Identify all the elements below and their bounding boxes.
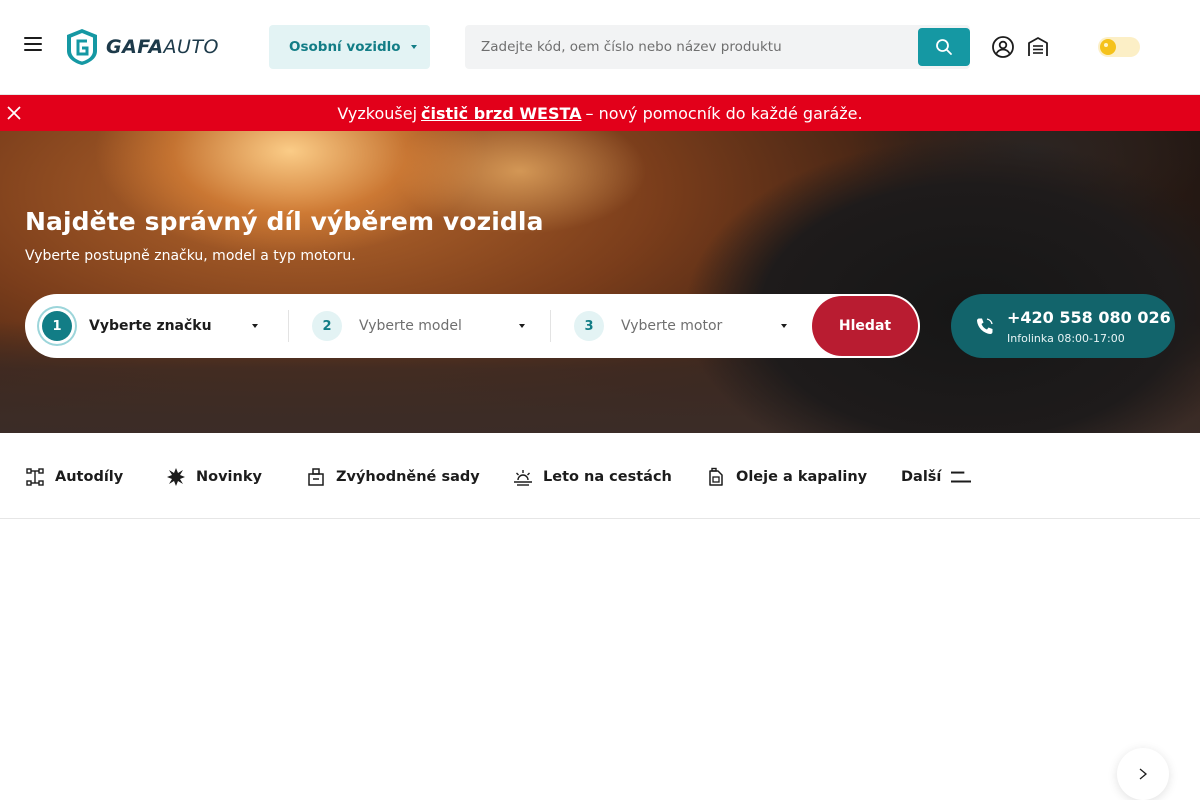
step-number-1: 1	[42, 311, 72, 341]
next-arrow-button[interactable]	[1117, 748, 1169, 800]
promo-prefix: Vyzkoušej	[337, 103, 418, 123]
search-button[interactable]	[918, 28, 970, 66]
vehicle-type-label: Osobní vozidlo	[289, 39, 401, 55]
vehicle-type-dropdown[interactable]: Osobní vozidlo	[269, 25, 430, 69]
phone-icon	[977, 318, 993, 334]
promo-suffix: – nový pomocník do každé garáže.	[585, 103, 863, 123]
category-label: Novinky	[196, 469, 262, 485]
theme-toggle[interactable]	[1098, 37, 1140, 57]
hero-title: Najděte správný díl výběrem vozidla	[25, 207, 544, 236]
chevron-down-icon	[252, 324, 258, 328]
logo[interactable]: GAFAAUTO	[64, 27, 219, 67]
more-lines-icon	[951, 471, 972, 483]
select-engine[interactable]: 3 Vyberte motor	[574, 294, 787, 358]
select-engine-label: Vyberte motor	[621, 318, 723, 334]
category-label: Zvýhodněné sady	[336, 469, 480, 485]
logo-mark-icon	[67, 29, 97, 65]
search-bar	[465, 25, 970, 69]
category-dalsi[interactable]: Další	[901, 466, 981, 488]
select-model-label: Vyberte model	[359, 318, 462, 334]
category-label: Oleje a kapaliny	[736, 469, 868, 485]
category-nav: Autodíly Novinky Zvýhodněné sady Leto na…	[0, 433, 1200, 519]
close-icon[interactable]	[6, 105, 22, 121]
chassis-icon	[26, 468, 44, 486]
select-model[interactable]: 2 Vyberte model	[312, 294, 525, 358]
hotline-hours: Infolinka 08:00-17:00	[1007, 332, 1125, 345]
chevron-down-icon	[410, 45, 417, 49]
hero-background-car	[640, 131, 1200, 433]
chevron-down-icon	[519, 324, 525, 328]
search-icon	[936, 39, 952, 55]
category-oleje-a-kapaliny[interactable]: Oleje a kapaliny	[706, 466, 867, 488]
step-number-2: 2	[312, 311, 342, 341]
garage-icon[interactable]	[1026, 35, 1050, 59]
chevron-right-icon	[1139, 768, 1148, 780]
category-autodily[interactable]: Autodíly	[25, 466, 123, 488]
hero-subtitle: Vyberte postupně značku, model a typ mot…	[25, 248, 356, 264]
hotline-button[interactable]: +420 558 080 026 Infolinka 08:00-17:00	[951, 294, 1175, 358]
menu-icon[interactable]	[24, 37, 44, 57]
search-vehicle-button[interactable]: Hledat	[812, 296, 918, 356]
oil-canister-icon	[709, 467, 723, 486]
search-input[interactable]	[465, 25, 918, 69]
hotline-number: +420 558 080 026	[1007, 308, 1171, 327]
category-leto-na-cestach[interactable]: Leto na cestách	[513, 466, 672, 488]
hero-section: Najděte správný díl výběrem vozidla Vybe…	[0, 131, 1200, 433]
select-brand[interactable]: 1 Vyberte značku	[42, 294, 258, 358]
category-novinky[interactable]: Novinky	[166, 466, 262, 488]
sunset-icon	[514, 470, 532, 486]
chevron-down-icon	[781, 324, 787, 328]
category-label: Autodíly	[55, 469, 124, 485]
kit-box-icon	[308, 468, 324, 486]
step-number-3: 3	[574, 311, 604, 341]
sun-icon	[1100, 39, 1116, 55]
site-header: GAFAAUTO Osobní vozidlo	[0, 0, 1200, 95]
divider	[288, 310, 289, 342]
logo-text: GAFAAUTO	[106, 36, 220, 58]
divider	[550, 310, 551, 342]
category-label: Další	[901, 469, 942, 485]
account-icon[interactable]	[991, 35, 1015, 59]
category-label: Leto na cestách	[543, 469, 672, 485]
starburst-icon	[167, 468, 185, 486]
promo-banner: Vyzkoušej čistič brzd WESTA – nový pomoc…	[0, 95, 1200, 131]
vehicle-picker: 1 Vyberte značku 2 Vyberte model 3 Vyber…	[25, 294, 920, 358]
category-zvyhodnene-sady[interactable]: Zvýhodněné sady	[306, 466, 480, 488]
promo-link[interactable]: čistič brzd WESTA	[421, 104, 582, 123]
select-brand-label: Vyberte značku	[89, 318, 212, 334]
